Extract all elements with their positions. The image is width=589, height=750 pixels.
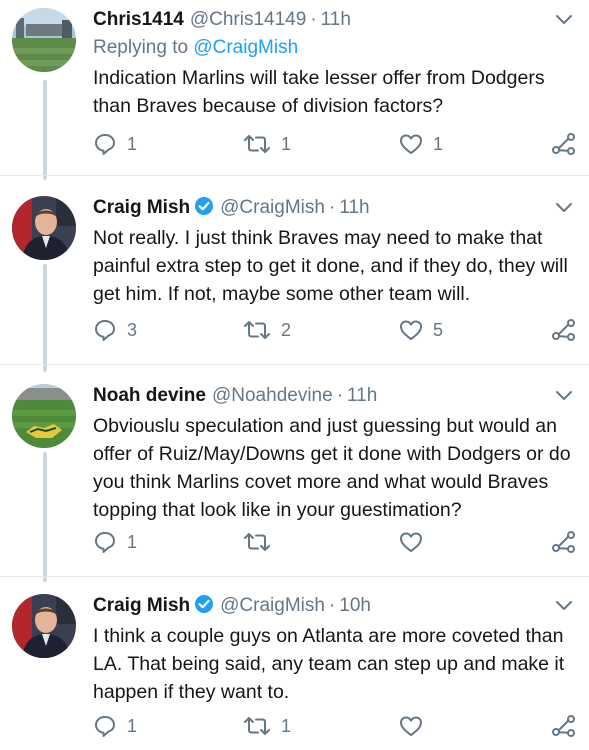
reply-button[interactable]: 1 — [93, 528, 137, 556]
verified-badge-icon — [195, 595, 214, 613]
separator-dot: · — [310, 9, 317, 30]
reply-button[interactable]: 1 — [93, 130, 137, 158]
retweet-icon — [244, 321, 270, 339]
divider — [0, 175, 589, 176]
tweet-header: Noah devine @Noahdevine · 11h — [93, 384, 377, 408]
retweet-icon — [244, 533, 270, 551]
user-handle[interactable]: @Chris14149 — [190, 9, 306, 30]
retweet-button[interactable] — [243, 528, 281, 556]
user-handle[interactable]: @Noahdevine — [212, 385, 333, 406]
share-icon — [552, 133, 575, 155]
reply-count: 1 — [127, 716, 138, 736]
separator-dot: · — [328, 595, 336, 616]
tweet-actions: 1 1 — [93, 712, 583, 740]
reply-button[interactable]: 1 — [93, 712, 137, 740]
share-button[interactable] — [551, 316, 577, 344]
reply-icon — [95, 716, 115, 737]
like-count: 1 — [433, 134, 444, 154]
display-name[interactable]: Craig Mish — [93, 595, 190, 616]
replying-to-label: Replying to — [93, 37, 194, 58]
user-handle[interactable]: @CraigMish — [220, 595, 325, 616]
tweet-header: Craig Mish @CraigMish · 10h — [93, 594, 371, 618]
retweet-count: 2 — [281, 320, 292, 340]
verified-badge-icon — [195, 197, 214, 215]
share-icon — [552, 715, 575, 737]
tweet-text: Indication Marlins will take lesser offe… — [93, 67, 545, 117]
heart-icon — [400, 320, 422, 340]
retweet-count: 1 — [281, 134, 292, 154]
display-name[interactable]: Craig Mish — [93, 197, 190, 218]
timestamp[interactable]: 11h — [339, 197, 369, 218]
chevron-down-icon[interactable] — [555, 600, 573, 612]
chevron-down-icon[interactable] — [555, 390, 573, 402]
divider — [0, 364, 589, 365]
tweet-header: Chris1414 @Chris14149 · 11h — [93, 8, 351, 32]
avatar[interactable] — [12, 196, 76, 260]
tweet[interactable]: Noah devine @Noahdevine · 11h Obviouslu spe… — [0, 384, 589, 564]
tweet[interactable]: Craig Mish @CraigMish · 11h Not really. I j… — [0, 196, 589, 366]
timestamp[interactable]: 11h — [321, 9, 351, 30]
separator-dot: · — [328, 197, 336, 218]
retweet-button[interactable]: 1 — [243, 130, 291, 158]
heart-icon — [400, 134, 422, 154]
share-button[interactable] — [551, 712, 577, 740]
share-button[interactable] — [551, 528, 577, 556]
like-button[interactable]: 1 — [399, 130, 443, 158]
retweet-count: 1 — [281, 716, 292, 736]
display-name[interactable]: Chris1414 — [93, 9, 184, 30]
avatar[interactable] — [12, 8, 76, 72]
timestamp[interactable]: 11h — [347, 385, 377, 406]
reply-count: 1 — [127, 134, 138, 154]
retweet-icon — [244, 135, 270, 153]
heart-icon — [400, 716, 422, 736]
avatar[interactable] — [12, 594, 76, 658]
reply-count: 1 — [127, 532, 138, 552]
mention-link[interactable]: @CraigMish — [193, 37, 298, 58]
share-button[interactable] — [551, 130, 577, 158]
like-button[interactable] — [399, 528, 433, 556]
tweet-text: Not really. I just think Braves may need… — [93, 227, 568, 305]
tweet-actions: 3 2 5 — [93, 316, 583, 344]
chevron-down-icon[interactable] — [555, 202, 573, 214]
tweet-actions: 1 — [93, 528, 583, 556]
like-count: 5 — [433, 320, 444, 340]
heart-icon — [400, 532, 422, 552]
reply-button[interactable]: 3 — [93, 316, 137, 344]
tweet-text: Obviouslu speculation and just guessing … — [93, 415, 571, 521]
tweet-header: Craig Mish @CraigMish · 11h — [93, 196, 370, 220]
replying-to: Replying to @CraigMish — [93, 36, 298, 60]
separator-dot: · — [336, 385, 344, 406]
chevron-down-icon[interactable] — [555, 14, 573, 26]
tweet[interactable]: Craig Mish @CraigMish · 10h I think a coupl… — [0, 594, 589, 750]
retweet-icon — [244, 717, 270, 735]
reply-icon — [95, 320, 115, 341]
display-name[interactable]: Noah devine — [93, 385, 206, 406]
share-icon — [552, 319, 575, 341]
divider — [0, 576, 589, 577]
retweet-button[interactable]: 2 — [243, 316, 291, 344]
like-button[interactable]: 5 — [399, 316, 443, 344]
tweet-actions: 1 1 1 — [93, 130, 583, 158]
like-button[interactable] — [399, 712, 433, 740]
share-icon — [552, 531, 575, 553]
reply-icon — [95, 134, 115, 155]
timestamp[interactable]: 10h — [339, 595, 371, 616]
retweet-button[interactable]: 1 — [243, 712, 291, 740]
tweet-text: I think a couple guys on Atlanta are mor… — [93, 625, 565, 703]
avatar[interactable] — [12, 384, 76, 448]
reply-count: 3 — [127, 320, 138, 340]
user-handle[interactable]: @CraigMish — [220, 197, 325, 218]
tweet[interactable]: Chris1414 @Chris14149 · 11h Replying to @Cr… — [0, 8, 589, 168]
reply-icon — [95, 532, 115, 553]
